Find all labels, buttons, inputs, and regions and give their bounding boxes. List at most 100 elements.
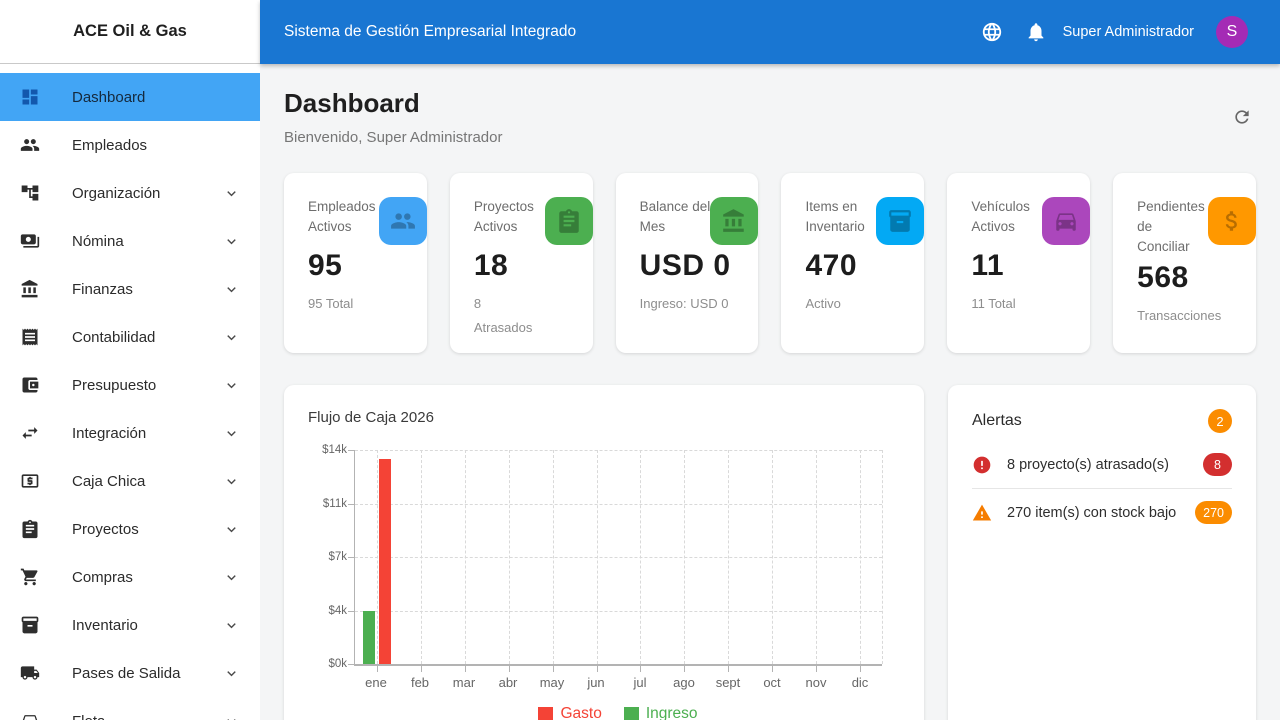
page-subtitle: Bienvenido, Super Administrador <box>284 129 502 146</box>
alerts-title: Alertas <box>972 412 1022 430</box>
sidebar-item-integracion[interactable]: Integración <box>0 409 260 457</box>
stat-subtitle: Ingreso: USD 0 <box>640 292 759 316</box>
page-head: Dashboard Bienvenido, Super Administrado… <box>284 88 1256 146</box>
dashboard-icon <box>20 87 40 107</box>
x-tick-mark <box>421 666 422 672</box>
chevron-down-icon <box>223 521 240 538</box>
sidebar-item-flota[interactable]: Flota <box>0 697 260 720</box>
notifications-icon[interactable] <box>1025 21 1047 43</box>
sidebar-item-pases-de-salida[interactable]: Pases de Salida <box>0 649 260 697</box>
stat-card-proyectos-activos: Proyectos Activos188 Atrasados <box>450 173 593 353</box>
topbar: Sistema de Gestión Empresarial Integrado… <box>260 0 1280 64</box>
legend-label: Ingreso <box>646 705 698 720</box>
chevron-down-icon <box>223 281 240 298</box>
x-tick-mark <box>509 666 510 672</box>
language-icon[interactable] <box>981 21 1003 43</box>
bar-group-mar <box>443 450 487 664</box>
chart-card: Flujo de Caja 2026 $14k$11k$7k$4k$0k ene… <box>284 385 924 720</box>
bar-group-sept <box>706 450 750 664</box>
y-tick-mark <box>348 450 354 451</box>
x-tick-mark <box>728 666 729 672</box>
payments-icon <box>20 231 40 251</box>
sidebar-item-caja-chica[interactable]: Caja Chica <box>0 457 260 505</box>
y-tick-label: $4k <box>328 605 347 617</box>
alert-text: 270 item(s) con stock bajo <box>1007 505 1180 521</box>
app-root: ACE Oil & Gas DashboardEmpleadosOrganiza… <box>0 0 1280 720</box>
sidebar-item-label: Nómina <box>72 233 223 250</box>
chevron-down-icon <box>223 185 240 202</box>
sidebar-item-label: Flota <box>72 713 223 720</box>
sidebar-item-proyectos[interactable]: Proyectos <box>0 505 260 553</box>
x-tick-label: abr <box>486 675 530 690</box>
sidebar-item-organizacion[interactable]: Organización <box>0 169 260 217</box>
stat-title: Vehículos Activos <box>971 197 1042 237</box>
stat-title: Empleados Activos <box>308 197 379 237</box>
warning-icon <box>972 503 992 523</box>
x-tick-label: ene <box>354 675 398 690</box>
stat-value: 95 <box>308 249 427 283</box>
cash-box-icon <box>20 471 40 491</box>
x-tick-label: ago <box>662 675 706 690</box>
alert-row[interactable]: 270 item(s) con stock bajo270 <box>972 489 1232 536</box>
stat-card-balance-del-mes: Balance del MesUSD 0Ingreso: USD 0 <box>616 173 759 353</box>
alerts-header: Alertas 2 <box>972 409 1232 433</box>
sidebar-item-nomina[interactable]: Nómina <box>0 217 260 265</box>
legend-item-gasto[interactable]: Gasto <box>538 705 601 720</box>
brand: ACE Oil & Gas <box>0 0 260 64</box>
stat-subtitle: 8 Atrasados <box>474 292 593 340</box>
alert-row[interactable]: 8 proyecto(s) atrasado(s)8 <box>972 441 1232 489</box>
stat-title: Pendientes de Conciliar <box>1137 197 1208 257</box>
chevron-down-icon <box>223 473 240 490</box>
dollar-icon <box>1208 197 1256 245</box>
y-tick-mark <box>348 557 354 558</box>
x-tick-label: sept <box>706 675 750 690</box>
alert-count-badge: 8 <box>1203 453 1232 476</box>
chevron-down-icon <box>223 281 240 298</box>
chevron-down-icon <box>223 185 240 202</box>
wallet-icon <box>20 375 40 395</box>
x-tick-label: jul <box>618 675 662 690</box>
cash-flow-chart: $14k$11k$7k$4k$0k enefebmarabrmayjunjula… <box>308 450 900 720</box>
sidebar-item-empleados[interactable]: Empleados <box>0 121 260 169</box>
sidebar-item-contabilidad[interactable]: Contabilidad <box>0 313 260 361</box>
stat-subtitle: 95 Total <box>308 292 427 316</box>
people-icon <box>20 135 40 155</box>
x-tick-mark <box>553 666 554 672</box>
alerts-card: Alertas 2 8 proyecto(s) atrasado(s)8270 … <box>948 385 1256 720</box>
sidebar-item-presupuesto[interactable]: Presupuesto <box>0 361 260 409</box>
stat-value: 11 <box>971 249 1090 283</box>
sidebar-item-dashboard[interactable]: Dashboard <box>0 73 260 121</box>
sidebar-item-label: Finanzas <box>72 281 223 298</box>
chevron-down-icon <box>223 473 240 490</box>
avatar[interactable]: S <box>1216 16 1248 48</box>
sidebar-item-label: Integración <box>72 425 223 442</box>
user-name[interactable]: Super Administrador <box>1063 24 1194 40</box>
clipboard-icon <box>20 519 40 539</box>
sidebar-item-label: Inventario <box>72 617 223 634</box>
sidebar-item-compras[interactable]: Compras <box>0 553 260 601</box>
legend-item-ingreso[interactable]: Ingreso <box>624 705 698 720</box>
sidebar-item-inventario[interactable]: Inventario <box>0 601 260 649</box>
sidebar-item-label: Pases de Salida <box>72 665 223 682</box>
x-tick-mark <box>377 666 378 672</box>
x-tick-mark <box>816 666 817 672</box>
stat-subtitle: 11 Total <box>971 292 1090 316</box>
chevron-down-icon <box>223 233 240 250</box>
chevron-down-icon <box>223 377 240 394</box>
chevron-down-icon <box>223 665 240 682</box>
bar-group-nov <box>794 450 838 664</box>
legend-label: Gasto <box>560 705 601 720</box>
car-icon <box>1042 197 1090 245</box>
x-tick-mark <box>597 666 598 672</box>
sidebar-item-finanzas[interactable]: Finanzas <box>0 265 260 313</box>
bank-icon <box>721 208 747 234</box>
refresh-button[interactable] <box>1228 103 1256 131</box>
sidebar-item-label: Contabilidad <box>72 329 223 346</box>
chart-plot-area: $14k$11k$7k$4k$0k <box>354 450 882 666</box>
main-column: Sistema de Gestión Empresarial Integrado… <box>260 0 1280 720</box>
bar-group-oct <box>750 450 794 664</box>
topbar-right: Super Administrador S <box>981 16 1248 48</box>
wallet-icon <box>20 375 40 395</box>
stat-value: 568 <box>1137 261 1256 295</box>
x-tick-label: nov <box>794 675 838 690</box>
